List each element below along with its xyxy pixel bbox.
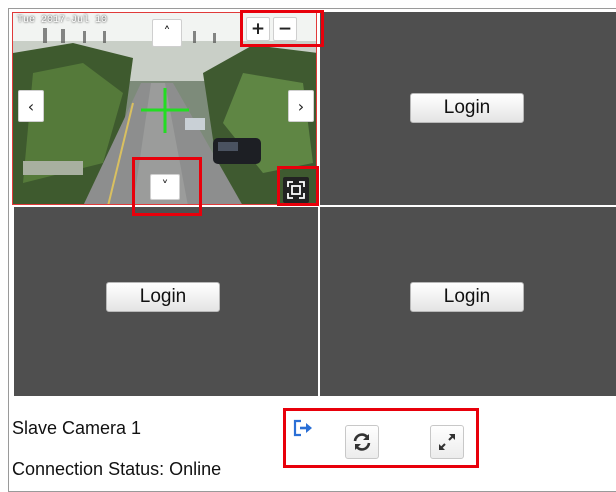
logout-button[interactable] <box>293 419 315 437</box>
refresh-button[interactable] <box>345 425 379 459</box>
camera-cell-4: Login <box>320 207 616 396</box>
expand-button[interactable] <box>430 425 464 459</box>
chevron-down-icon: ˅ <box>161 179 169 195</box>
pan-right-button[interactable]: › <box>288 90 314 122</box>
logout-icon <box>293 419 312 437</box>
plus-icon: + <box>250 19 266 39</box>
camera-cell-3: Login <box>14 207 318 396</box>
pan-left-button[interactable]: ‹ <box>18 90 44 122</box>
pan-down-button[interactable]: ˅ <box>150 174 180 200</box>
login-button[interactable]: Login <box>410 282 524 312</box>
chevron-right-icon: › <box>297 96 305 116</box>
connection-status-label: Connection Status: Online <box>12 459 222 479</box>
chevron-left-icon: ‹ <box>27 96 35 116</box>
minus-icon: − <box>277 19 293 39</box>
pan-up-button[interactable]: ˄ <box>152 19 182 47</box>
camera-grid: Tue 2017-Jul 10 ˄ ˅ ‹ › + − Login Login … <box>12 12 616 396</box>
camera-cell-2: Login <box>320 12 616 205</box>
fullscreen-cell-button[interactable] <box>283 177 309 203</box>
login-button[interactable]: Login <box>410 93 524 123</box>
zoom-in-button[interactable]: + <box>246 17 270 41</box>
camera-timestamp: Tue 2017-Jul 10 <box>17 15 108 26</box>
fullscreen-icon <box>287 181 305 199</box>
expand-icon <box>439 434 455 450</box>
zoom-out-button[interactable]: − <box>273 17 297 41</box>
refresh-icon <box>353 433 371 451</box>
chevron-up-icon: ˄ <box>163 25 171 41</box>
login-button[interactable]: Login <box>106 282 220 312</box>
camera-cell-live[interactable]: Tue 2017-Jul 10 ˄ ˅ ‹ › + − <box>12 12 317 205</box>
camera-name-label: Slave Camera 1 <box>12 418 142 438</box>
